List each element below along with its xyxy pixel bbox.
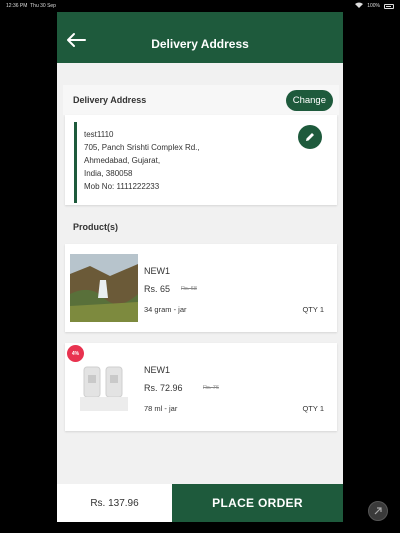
address-line: test1110 (84, 130, 114, 139)
address-line: Ahmedabad, Gujarat, (84, 156, 161, 165)
expand-icon (374, 507, 382, 515)
address-card: test1110 705, Panch Srishti Complex Rd.,… (65, 115, 337, 205)
product-mrp: Rs. 68 (181, 286, 197, 292)
status-bar: 12:36 PM Thu 30 Sep 100% (0, 0, 400, 12)
products-title: Product(s) (73, 222, 118, 232)
delivery-address-header: Delivery Address Change (63, 85, 339, 115)
status-date: Thu 30 Sep (30, 3, 56, 9)
order-total: Rs. 137.96 (57, 484, 172, 522)
product-size: 34 gram - jar (144, 305, 187, 314)
product-qty: QTY 1 (302, 404, 324, 413)
place-order-button[interactable]: PLACE ORDER (172, 484, 343, 522)
page-title: Delivery Address (151, 37, 249, 51)
change-address-button[interactable]: Change (285, 89, 333, 111)
checkout-bar: Rs. 137.96 PLACE ORDER (57, 484, 343, 522)
address-text: test1110 705, Panch Srishti Complex Rd.,… (84, 128, 200, 193)
product-name: NEW1 (144, 365, 171, 375)
address-accent-bar (74, 122, 77, 203)
pencil-icon (306, 133, 314, 141)
discount-badge: 4% (67, 345, 84, 362)
address-line: 705, Panch Srishti Complex Rd., (84, 143, 200, 152)
status-time: 12:36 PM (6, 3, 28, 9)
battery-percent: 100% (367, 3, 380, 9)
product-size: 78 ml - jar (144, 404, 178, 413)
section-title: Delivery Address (73, 95, 147, 105)
floating-action-button[interactable] (368, 501, 388, 521)
app-bar: Delivery Address (57, 12, 343, 63)
battery-icon (384, 3, 394, 9)
product-card[interactable]: NEW1 Rs. 72.96 Rs. 76 78 ml - jar QTY 1 (65, 343, 337, 431)
product-price: Rs. 72.96 (144, 383, 183, 393)
edit-address-button[interactable] (298, 125, 322, 149)
address-line: India, 380058 (84, 169, 133, 178)
address-line: Mob No: 1111222233 (84, 182, 160, 191)
product-mrp: Rs. 76 (203, 385, 219, 391)
product-qty: QTY 1 (302, 305, 324, 314)
app-screen: Delivery Address Delivery Address Change… (57, 12, 343, 522)
product-price: Rs. 65 (144, 284, 171, 294)
product-card[interactable]: NEW1 Rs. 65 Rs. 68 34 gram - jar QTY 1 (65, 244, 337, 332)
product-image (70, 353, 138, 421)
product-image (70, 254, 138, 322)
product-name: NEW1 (144, 266, 171, 276)
wifi-icon (355, 2, 364, 10)
